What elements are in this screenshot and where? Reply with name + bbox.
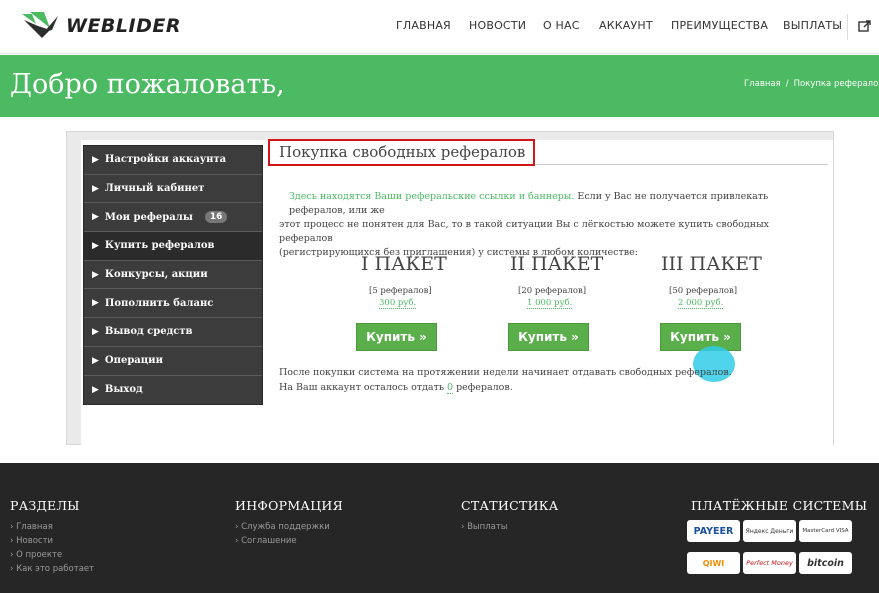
package-3-count: [50 рефералов] (669, 286, 738, 296)
after-purchase-note: После покупки система на протяжении неде… (279, 365, 732, 395)
sidebar-item-label: Настройки аккаунта (104, 154, 227, 166)
footer-link-about[interactable]: › О проекте (10, 550, 62, 560)
sidebar-item-operations[interactable]: ▶ Операции (84, 347, 262, 376)
package-1-title: I ПАКЕТ (361, 253, 447, 275)
breadcrumb-separator: / (785, 79, 789, 89)
sidebar-item-label: Вывод средств (104, 326, 193, 338)
sidebar-item-contests[interactable]: ▶ Конкурсы, акции (84, 261, 262, 290)
breadcrumb-current: Покупка рефералов (793, 79, 879, 89)
package-1-price: 300 руб. (379, 298, 417, 309)
sidebar-item-label: Купить рефералов (104, 240, 215, 252)
footer-link-payouts[interactable]: › Выплаты (461, 522, 508, 532)
sidebar-item-label: Мои рефералы (104, 211, 193, 223)
footer-link-how-it-works[interactable]: › Как это работает (10, 564, 94, 574)
nav-home[interactable]: ГЛАВНАЯ (396, 19, 451, 32)
yandex-money-logo: Яндекс Деньги (743, 520, 796, 542)
play-arrow-icon: ▶ (92, 384, 99, 395)
play-arrow-icon: ▶ (92, 326, 99, 337)
nav-payouts[interactable]: ВЫПЛАТЫ (783, 19, 842, 32)
payeer-logo: PAYEER (687, 520, 740, 542)
perfect-money-logo: Perfect Money (743, 552, 796, 574)
breadcrumb-home[interactable]: Главная (744, 79, 781, 89)
logo-text: WEBLIDER (66, 15, 181, 37)
welcome-banner: Добро пожаловать, Главная / Покупка рефера… (0, 55, 879, 117)
footer-link-support[interactable]: › Служба поддержки (235, 522, 330, 532)
qiwi-logo: QIWI (687, 552, 740, 574)
package-2-title: II ПАКЕТ (510, 253, 604, 275)
logout-share-icon[interactable] (858, 19, 872, 33)
mastercard-visa-logo: MasterCard VISA (799, 520, 852, 542)
sidebar-item-my-referrals[interactable]: ▶ Мои рефералы 16 (84, 203, 262, 233)
footer-sections-title: РАЗДЕЛЫ (10, 498, 80, 513)
package-2-price: 1 000 руб. (527, 298, 573, 309)
package-3-price: 2 000 руб. (678, 298, 724, 309)
play-arrow-icon: ▶ (92, 355, 99, 366)
title-underline (535, 164, 828, 165)
after-note-prefix: На Ваш аккаунт осталось отдать (279, 382, 448, 393)
after-note-line-1: После покупки система на протяжении неде… (279, 367, 732, 378)
play-arrow-icon: ▶ (92, 298, 99, 309)
sidebar-item-withdraw[interactable]: ▶ Вывод средств (84, 318, 262, 347)
play-arrow-icon: ▶ (92, 183, 99, 194)
package-2-count: [20 рефералов] (518, 286, 587, 296)
sidebar-item-label: Выход (104, 384, 143, 396)
description-line-2: этот процесс не понятен для Вас, то в та… (279, 219, 769, 244)
play-arrow-icon: ▶ (92, 240, 99, 251)
play-arrow-icon: ▶ (92, 154, 99, 165)
buy-package-3-button[interactable]: Купить » (660, 323, 741, 351)
footer-link-home[interactable]: › Главная (10, 522, 53, 532)
bitcoin-logo: bitcoin (799, 552, 852, 574)
top-header: WEBLIDER ГЛАВНАЯ НОВОСТИ О НАС АККАУНТ П… (0, 0, 879, 54)
site-logo[interactable]: WEBLIDER (20, 8, 181, 44)
footer-payments-title: ПЛАТЁЖНЫЕ СИСТЕМЫ (691, 498, 868, 513)
sidebar-item-label: Пополнить баланс (104, 297, 214, 309)
page-title: Добро пожаловать, (10, 69, 285, 100)
footer-link-agreement[interactable]: › Соглашение (235, 536, 297, 546)
nav-news[interactable]: НОВОСТИ (469, 19, 526, 32)
play-arrow-icon: ▶ (92, 212, 99, 223)
footer-link-news[interactable]: › Новости (10, 536, 53, 546)
sidebar-item-label: Конкурсы, акции (104, 269, 208, 281)
sidebar-item-label: Личный кабинет (104, 183, 205, 195)
sidebar-item-topup[interactable]: ▶ Пополнить баланс (84, 289, 262, 319)
nav-about[interactable]: О НАС (543, 19, 580, 32)
sidebar-item-label: Операции (104, 355, 164, 367)
sidebar-item-buy-referrals[interactable]: ▶ Купить рефералов (84, 232, 262, 261)
package-3-title: III ПАКЕТ (661, 253, 762, 275)
after-note-suffix: рефералов. (453, 382, 513, 393)
buy-package-1-button[interactable]: Купить » (356, 323, 437, 351)
sidebar-item-settings[interactable]: ▶ Настройки аккаунта (84, 146, 262, 175)
section-title: Покупка свободных рефералов (279, 143, 526, 161)
package-1-count: [5 рефералов] (369, 286, 432, 296)
footer-info-title: ИНФОРМАЦИЯ (235, 498, 343, 513)
description-text: Здесь находятся Ваши реферальские ссылки… (279, 190, 789, 260)
breadcrumb: Главная / Покупка рефералов (744, 79, 879, 89)
buy-package-2-button[interactable]: Купить » (508, 323, 589, 351)
referral-count-badge: 16 (204, 211, 228, 224)
logo-wing-icon (22, 12, 58, 38)
sidebar-item-logout[interactable]: ▶ Выход (84, 376, 262, 405)
sidebar-item-cabinet[interactable]: ▶ Личный кабинет (84, 175, 262, 204)
play-arrow-icon: ▶ (92, 269, 99, 280)
nav-advantages[interactable]: ПРЕИМУЩЕСТВА (671, 19, 768, 32)
nav-divider (847, 14, 848, 40)
account-sidebar: ▶ Настройки аккаунта ▶ Личный кабинет ▶ Мои… (83, 145, 263, 406)
referral-links-link[interactable]: Здесь находятся Ваши реферальские ссылки… (289, 191, 574, 202)
nav-account[interactable]: АККАУНТ (599, 19, 653, 32)
footer-stats-title: СТАТИСТИКА (461, 498, 559, 513)
